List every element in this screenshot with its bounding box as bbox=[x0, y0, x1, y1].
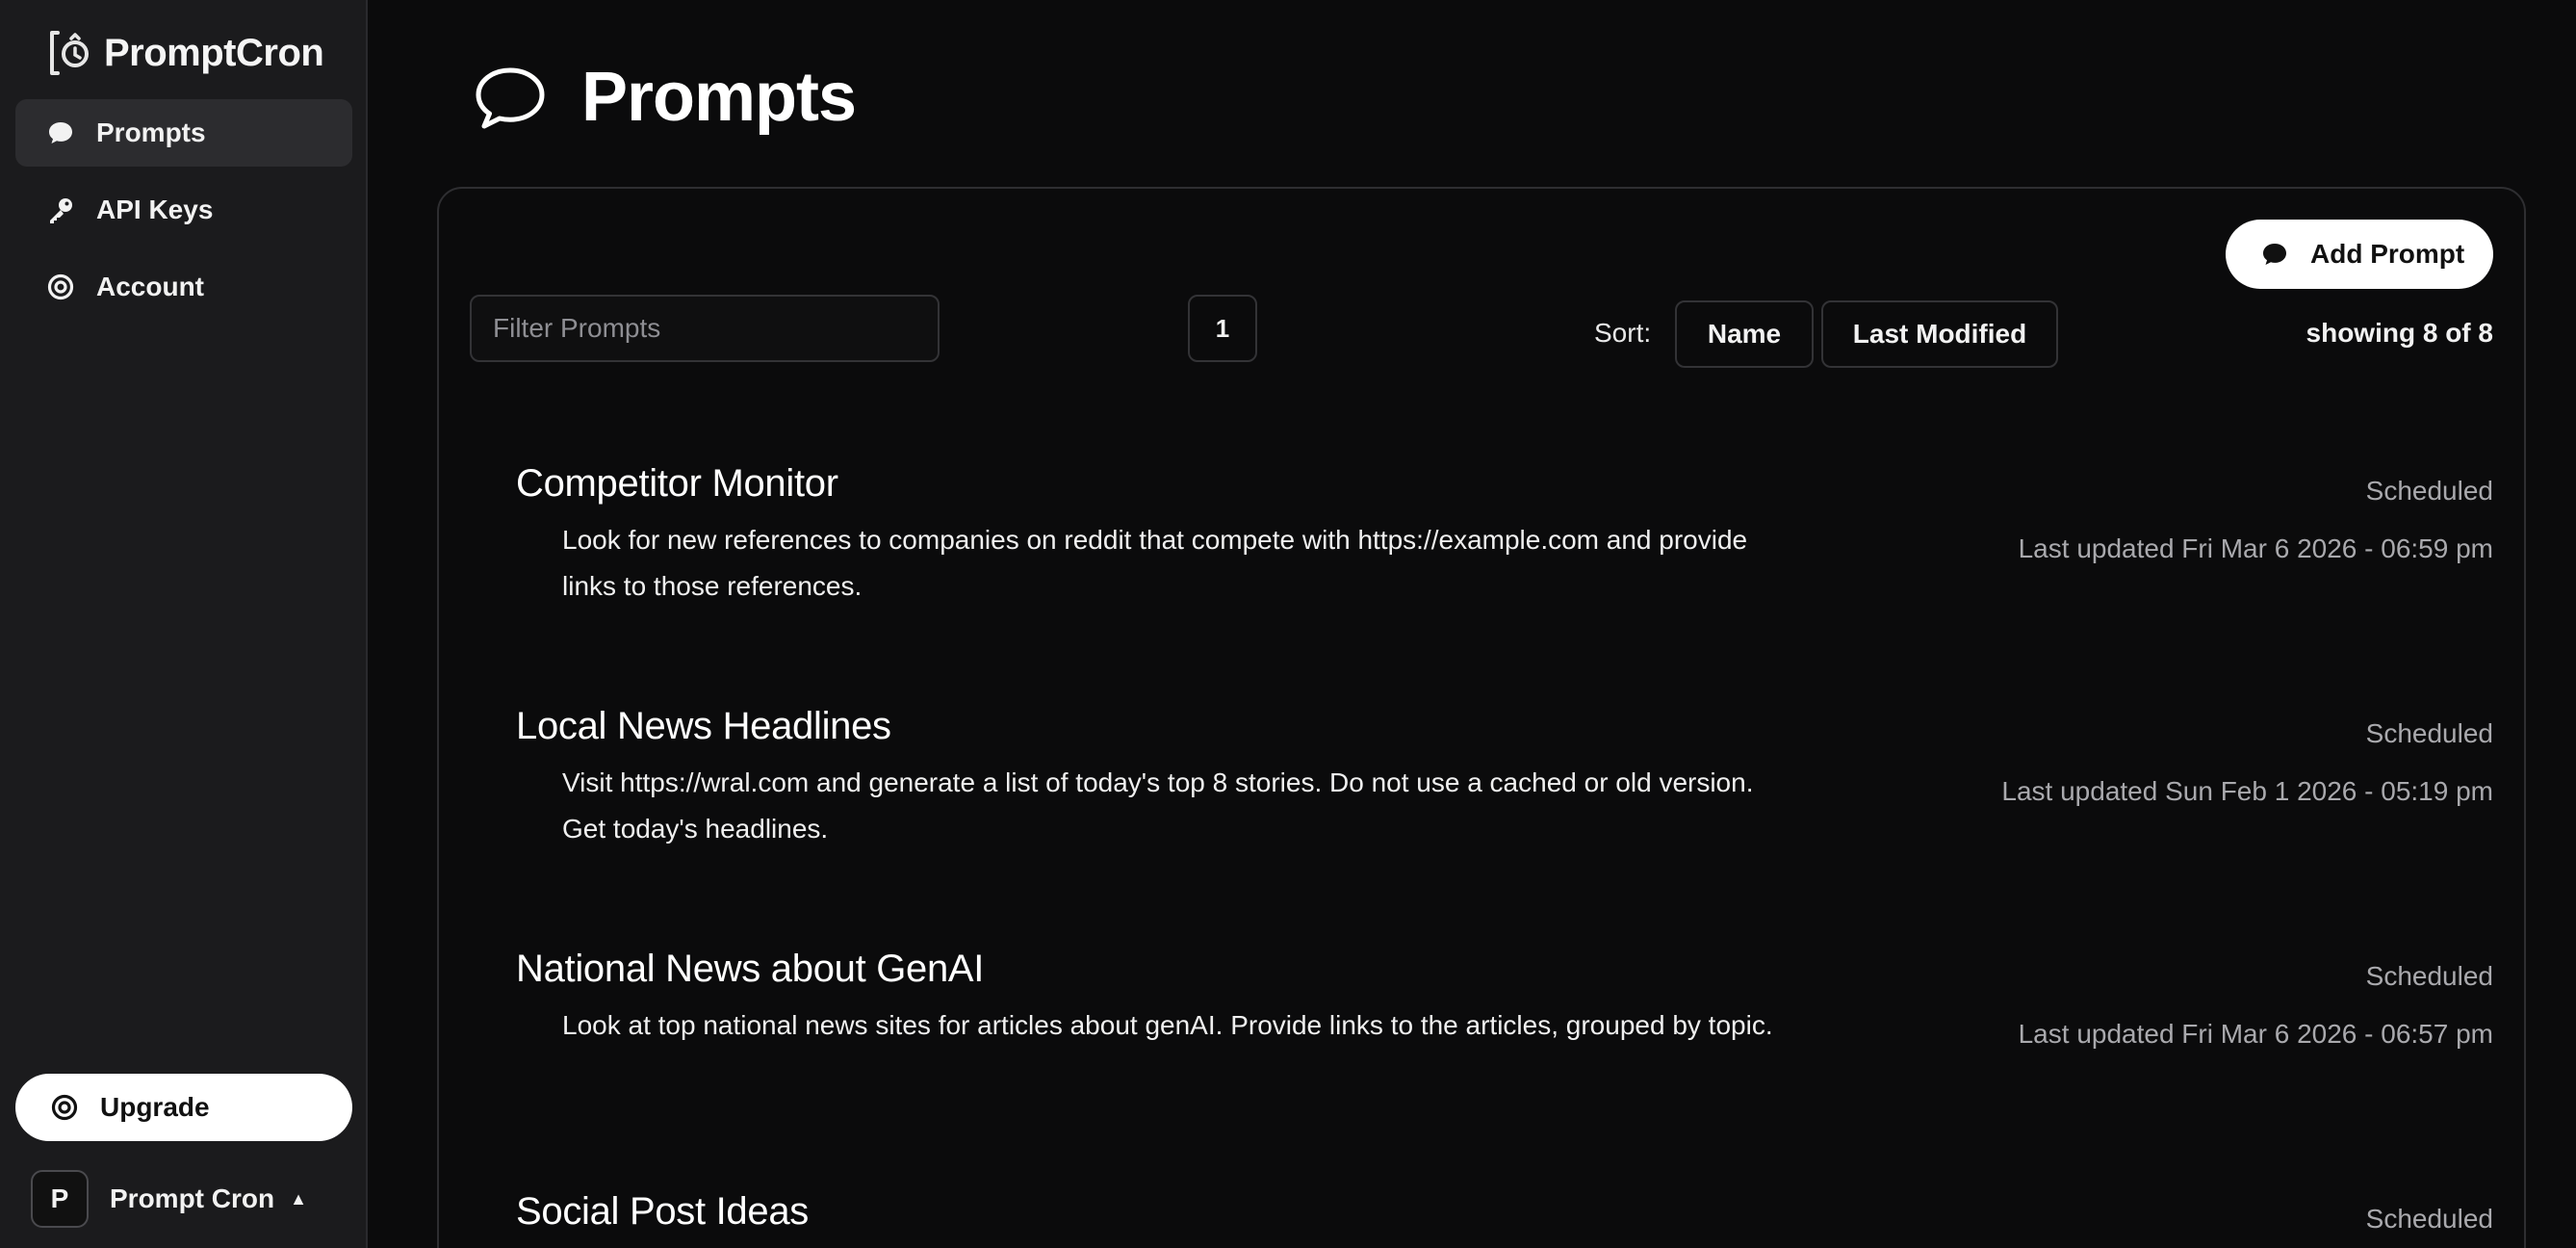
sidebar-item-prompts[interactable]: Prompts bbox=[15, 99, 352, 167]
key-icon bbox=[46, 195, 75, 224]
prompt-description: Look at top national news sites for arti… bbox=[562, 1010, 1773, 1040]
add-prompt-label: Add Prompt bbox=[2310, 239, 2465, 269]
prompt-description: Visit https://wral.com and generate a li… bbox=[562, 767, 1754, 844]
sidebar: PromptCron Prompts API Keys Account Upgr… bbox=[0, 0, 368, 1248]
target-icon bbox=[50, 1093, 79, 1122]
filter-prompts-input[interactable] bbox=[470, 295, 940, 362]
prompt-title[interactable]: National News about GenAI bbox=[516, 948, 2493, 991]
chat-bubble-icon bbox=[46, 118, 75, 147]
sidebar-item-label: Account bbox=[96, 272, 204, 301]
caret-up-icon: ▲ bbox=[290, 1188, 307, 1209]
prompt-description: Look for new references to companies on … bbox=[562, 525, 1748, 601]
user-menu[interactable]: P Prompt Cron ▲ bbox=[31, 1170, 307, 1228]
upgrade-button[interactable]: Upgrade bbox=[15, 1074, 352, 1141]
sidebar-item-api-keys[interactable]: API Keys bbox=[15, 176, 352, 244]
user-name: Prompt Cron bbox=[110, 1183, 275, 1213]
target-icon bbox=[46, 273, 75, 301]
brand[interactable]: PromptCron bbox=[46, 27, 324, 79]
prompt-title[interactable]: Local News Headlines bbox=[516, 705, 2493, 748]
page-1-button[interactable]: 1 bbox=[1188, 295, 1257, 362]
prompt-list-item[interactable]: National News about GenAI Look at top na… bbox=[516, 948, 2493, 1049]
prompt-status: Scheduled bbox=[2365, 718, 2493, 748]
prompt-list-item[interactable]: Competitor Monitor Look for new referenc… bbox=[516, 462, 2493, 610]
prompt-updated: Last updated Sun Feb 1 2026 - 05:19 pm bbox=[2001, 776, 2493, 806]
prompt-title[interactable]: Competitor Monitor bbox=[516, 462, 2493, 506]
prompt-status: Scheduled bbox=[2365, 961, 2493, 991]
add-prompt-button[interactable]: Add Prompt bbox=[2226, 220, 2493, 289]
prompt-status: Scheduled bbox=[2365, 1204, 2493, 1234]
showing-count: showing 8 of 8 bbox=[2306, 318, 2493, 348]
prompt-list-item[interactable]: Local News Headlines Visit https://wral.… bbox=[516, 705, 2493, 852]
chat-bubble-outline-icon bbox=[476, 67, 545, 129]
sidebar-item-label: Prompts bbox=[96, 117, 206, 147]
prompt-updated: Last updated Fri Mar 6 2026 - 06:59 pm bbox=[2018, 533, 2493, 563]
prompt-title[interactable]: Social Post Ideas bbox=[516, 1190, 2493, 1234]
chat-bubble-icon bbox=[2260, 240, 2289, 269]
sidebar-item-label: API Keys bbox=[96, 195, 214, 224]
avatar: P bbox=[31, 1170, 89, 1228]
upgrade-label: Upgrade bbox=[100, 1092, 210, 1122]
prompt-list-item[interactable]: Social Post Ideas Scheduled bbox=[516, 1190, 2493, 1234]
brand-name: PromptCron bbox=[104, 31, 324, 74]
prompt-status: Scheduled bbox=[2365, 476, 2493, 506]
prompt-updated: Last updated Fri Mar 6 2026 - 06:57 pm bbox=[2018, 1019, 2493, 1049]
app-root: PromptCron Prompts API Keys Account Upgr… bbox=[0, 0, 2576, 1248]
sort-by-name-button[interactable]: Name bbox=[1675, 300, 1814, 368]
page-header: Prompts bbox=[472, 58, 857, 137]
sort-label: Sort: bbox=[1594, 318, 1652, 348]
sidebar-item-account[interactable]: Account bbox=[15, 253, 352, 321]
page-title: Prompts bbox=[581, 59, 857, 136]
promptcron-logo-icon bbox=[50, 31, 89, 75]
sort-by-last-modified-button[interactable]: Last Modified bbox=[1821, 300, 2058, 368]
sidebar-nav: Prompts API Keys Account bbox=[15, 99, 352, 330]
